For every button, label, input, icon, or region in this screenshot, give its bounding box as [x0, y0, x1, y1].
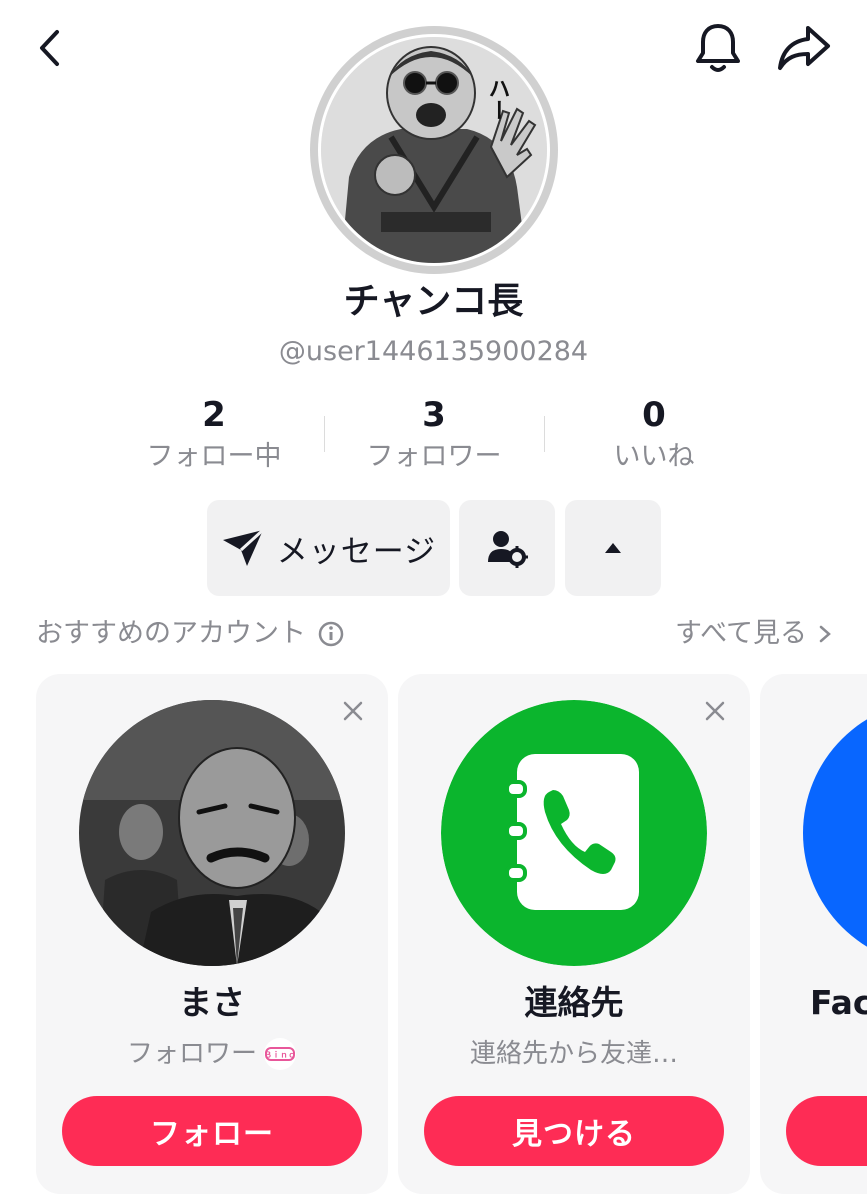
back-button[interactable] [22, 20, 78, 76]
follower-badge-icon: Ｂｉｎｄ [263, 1037, 297, 1071]
following-label: フォロー中 [146, 441, 282, 472]
suggestion-subtitle-text: フォロワー [126, 1039, 257, 1069]
suggested-accounts-header: おすすめのアカウント [36, 614, 344, 654]
display-name: チャンコ長 [343, 281, 524, 322]
chevron-left-icon [40, 30, 59, 66]
likes-count: 0 [642, 395, 666, 435]
stat-following[interactable]: 2 フォロー中 [104, 394, 324, 476]
suggestion-name: Face [810, 983, 867, 1022]
followers-label: フォロワー [366, 441, 502, 472]
stat-likes[interactable]: 0 いいね [544, 394, 764, 476]
suggestion-card[interactable]: まさ フォロワー Ｂｉｎｄ フォロー [36, 674, 388, 1194]
find-contacts-button[interactable]: 見つける [424, 1096, 724, 1166]
follow-button[interactable]: フォロー [62, 1096, 362, 1166]
caret-up-icon [605, 543, 621, 553]
username: @user1446135900284 [278, 336, 589, 367]
info-icon[interactable] [318, 621, 344, 647]
suggestion-subtitle: フォロワー Ｂｉｎｄ [36, 1034, 388, 1074]
following-count: 2 [202, 395, 226, 435]
message-label: メッセージ [276, 533, 437, 570]
see-all-label: すべて見る [674, 618, 807, 649]
share-button[interactable] [772, 20, 836, 76]
suggestion-avatar[interactable] [79, 700, 345, 966]
close-icon [705, 701, 725, 721]
dismiss-button[interactable] [336, 694, 370, 728]
contacts-book-icon [441, 700, 707, 966]
see-all-link[interactable]: すべて見る [675, 614, 835, 654]
badge-lettering: Ｂｉｎｄ [264, 1050, 296, 1060]
person-settings-button[interactable] [459, 500, 555, 596]
bell-icon [696, 24, 740, 72]
suggestion-card[interactable]: 連絡先 連絡先から友達… 見つける [398, 674, 750, 1194]
suggested-accounts-title: おすすめのアカウント [36, 618, 306, 649]
contacts-avatar[interactable] [441, 700, 707, 966]
send-icon [222, 528, 264, 566]
profile-avatar[interactable]: ハー [310, 26, 558, 274]
chevron-right-icon [819, 625, 831, 643]
notification-button[interactable] [688, 20, 748, 76]
suggestion-subtitle: 連絡先から友達… [469, 1039, 678, 1069]
avatar-image: ハー [321, 37, 547, 263]
share-arrow-icon [778, 26, 830, 70]
close-icon [343, 701, 363, 721]
suggestion-name: 連絡先 [524, 983, 624, 1022]
avatar-border: ハー [318, 34, 550, 266]
message-button[interactable]: メッセージ [207, 500, 450, 596]
dismiss-button[interactable] [698, 694, 732, 728]
suggestion-card[interactable]: Face [760, 674, 867, 1194]
likes-label: いいね [613, 441, 695, 472]
facebook-avatar[interactable] [803, 700, 867, 966]
avatar-caption: ハー [485, 77, 510, 121]
suggestion-name: まさ [179, 983, 245, 1022]
followers-count: 3 [422, 395, 446, 435]
person-gear-icon [488, 531, 528, 568]
more-button[interactable] [565, 500, 661, 596]
stat-followers[interactable]: 3 フォロワー [324, 394, 544, 476]
connect-button[interactable] [786, 1096, 867, 1166]
